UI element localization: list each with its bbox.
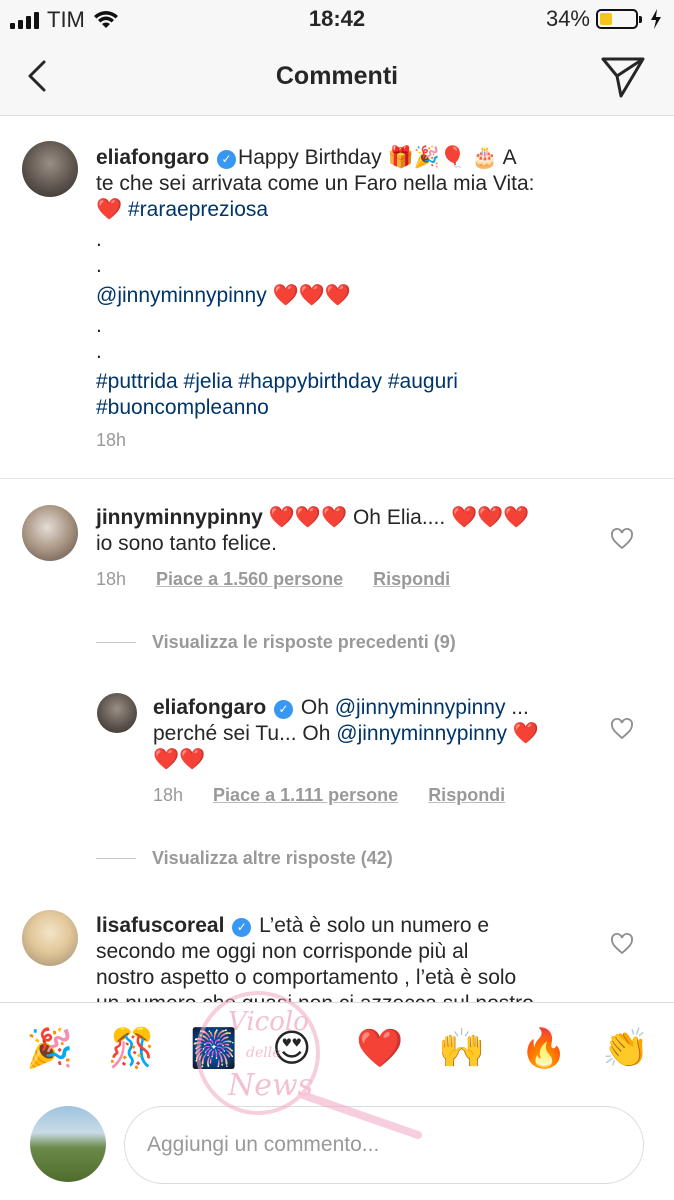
confetti-ball-emoji-button[interactable]: 🎊 xyxy=(108,1027,155,1071)
mention-link[interactable]: @jinnyminnypinny xyxy=(335,696,506,719)
reply-button[interactable]: Rispondi xyxy=(428,785,505,806)
page-title: Commenti xyxy=(275,62,399,90)
raised-hands-emoji-button[interactable]: 🙌 xyxy=(438,1027,485,1071)
username[interactable]: eliafongaro xyxy=(96,146,209,169)
comment-line-4: un numero che quasi non ci azzecca sul n… xyxy=(96,991,616,1002)
verified-badge-icon: ✓ xyxy=(232,918,252,937)
party-popper-emoji-button[interactable]: 🎉 xyxy=(26,1027,73,1071)
comment: lisafuscoreal ✓ L’età è solo un numero e… xyxy=(96,913,616,1002)
avatar[interactable] xyxy=(22,910,78,966)
comment-text: Oh Elia.... xyxy=(347,506,452,529)
status-right: 34% xyxy=(546,6,662,32)
caption-dot: . xyxy=(96,228,102,251)
comment-line-1: lisafuscoreal ✓ L’età è solo un numero e xyxy=(96,913,616,939)
reply-text: ... xyxy=(505,696,529,719)
caption-dot: . xyxy=(96,340,102,363)
comment-line-2: io sono tanto felice. xyxy=(96,532,277,555)
comment-meta: 18h Piace a 1.111 persone Rispondi xyxy=(153,785,505,806)
clapping-hands-emoji-button[interactable]: 👏 xyxy=(602,1027,649,1071)
username[interactable]: lisafuscoreal xyxy=(96,914,224,937)
caption-emojis: 🎁🎉🎈 🎂 xyxy=(387,146,498,169)
comment-time: 18h xyxy=(96,569,127,589)
paper-plane-icon[interactable] xyxy=(600,54,646,100)
caption-comment: eliafongaro ✓ Happy Birthday 🎁🎉🎈 🎂 A te c… xyxy=(96,145,616,421)
hearts-emoji: ❤️❤️❤️ xyxy=(272,284,352,307)
caption-text: A xyxy=(497,146,517,169)
divider xyxy=(96,858,136,859)
verified-badge-icon: ✓ xyxy=(274,700,294,719)
reply-line-2: perché sei Tu... Oh @jinnyminnypinny ❤️ xyxy=(153,721,623,747)
hashtags-line[interactable]: #buoncompleanno xyxy=(96,395,616,421)
hearts-emoji: ❤️❤️ xyxy=(153,748,206,771)
fireworks-emoji-button[interactable]: 🎆 xyxy=(190,1027,237,1071)
caption-mention-line: @jinnyminnypinny ❤️❤️❤️ xyxy=(96,283,616,309)
caption-dot: . xyxy=(96,254,102,277)
comment-line-3: nostro aspetto o comportamento , l’età è… xyxy=(96,966,517,989)
view-previous-replies-label: Visualizza le risposte precedenti (9) xyxy=(152,632,456,652)
battery-fill xyxy=(600,13,612,25)
status-bar: TIM 18:42 34% xyxy=(0,0,674,40)
reply-comment: eliafongaro ✓ Oh @jinnyminnypinny ... pe… xyxy=(153,695,623,773)
like-heart-icon[interactable] xyxy=(610,932,634,956)
username[interactable]: jinnyminnypinny xyxy=(96,506,263,529)
nav-bar: Commenti xyxy=(0,40,674,116)
comment: jinnyminnypinny ❤️❤️❤️ Oh Elia.... ❤️❤️❤… xyxy=(96,505,616,557)
charging-icon xyxy=(651,9,661,29)
comments-list[interactable]: eliafongaro ✓ Happy Birthday 🎁🎉🎈 🎂 A te c… xyxy=(0,117,674,1002)
comment-meta: 18h Piace a 1.560 persone Rispondi xyxy=(96,569,450,590)
comment-time: 18h xyxy=(153,785,184,805)
reply-line-1: eliafongaro ✓ Oh @jinnyminnypinny ... xyxy=(153,695,623,721)
reply-button[interactable]: Rispondi xyxy=(373,569,450,590)
fire-emoji-button[interactable]: 🔥 xyxy=(520,1027,567,1071)
caption-dot: . xyxy=(96,314,102,337)
likes-link[interactable]: Piace a 1.560 persone xyxy=(156,569,343,590)
hashtags-line[interactable]: #puttrida #jelia #happybirthday #auguri xyxy=(96,369,616,395)
hashtag-link[interactable]: #raraepreziosa xyxy=(128,198,268,221)
avatar[interactable] xyxy=(97,693,137,733)
comment-input[interactable] xyxy=(124,1106,644,1184)
red-heart-emoji-button[interactable]: ❤️ xyxy=(356,1027,403,1071)
caption-line-2: te che sei arrivata come un Faro nella m… xyxy=(96,172,535,195)
reply-text: perché sei Tu... Oh xyxy=(153,722,337,745)
view-previous-replies-button[interactable]: Visualizza le risposte precedenti (9) xyxy=(96,632,456,653)
likes-link[interactable]: Piace a 1.111 persone xyxy=(213,785,398,806)
avatar xyxy=(30,1106,106,1182)
verified-badge-icon: ✓ xyxy=(217,150,237,169)
caption-line-1: eliafongaro ✓ Happy Birthday 🎁🎉🎈 🎂 A xyxy=(96,145,616,171)
comment-time: 18h xyxy=(96,430,127,450)
mention-link[interactable]: @jinnyminnypinny xyxy=(336,722,507,745)
heart-eyes-emoji-button[interactable]: 😍 xyxy=(272,1027,312,1071)
heart-emoji: ❤️ xyxy=(507,722,539,745)
avatar[interactable] xyxy=(22,141,78,197)
heart-emoji: ❤️ xyxy=(96,198,123,221)
comment-line-1: jinnyminnypinny ❤️❤️❤️ Oh Elia.... ❤️❤️❤… xyxy=(96,505,616,531)
like-heart-icon[interactable] xyxy=(610,527,634,551)
comment-input-bar xyxy=(0,1098,674,1200)
caption-line-3: ❤️ #raraepreziosa xyxy=(96,197,616,223)
emoji-quick-bar: 🎉 🎊 🎆 😍 ❤️ 🙌 🔥 👏 xyxy=(0,1002,674,1098)
reply-text: Oh xyxy=(300,696,335,719)
mention-link[interactable]: @jinnyminnypinny xyxy=(96,284,267,307)
username[interactable]: eliafongaro xyxy=(153,696,266,719)
battery-icon xyxy=(596,9,642,29)
view-more-replies-button[interactable]: Visualizza altre risposte (42) xyxy=(96,848,393,869)
avatar[interactable] xyxy=(22,505,78,561)
comment-meta: 18h xyxy=(96,430,126,451)
battery-percent: 34% xyxy=(545,6,590,31)
caption-text: Happy Birthday xyxy=(238,146,388,169)
hearts-emoji: ❤️❤️❤️ xyxy=(451,506,530,529)
view-more-replies-label: Visualizza altre risposte (42) xyxy=(152,848,393,868)
comment-text: L’età è solo un numero e xyxy=(259,914,490,937)
divider xyxy=(96,642,136,643)
divider xyxy=(0,478,674,479)
hearts-emoji: ❤️❤️❤️ xyxy=(268,506,348,529)
like-heart-icon[interactable] xyxy=(610,717,634,741)
comment-line-2: secondo me oggi non corrisponde più al xyxy=(96,940,469,963)
